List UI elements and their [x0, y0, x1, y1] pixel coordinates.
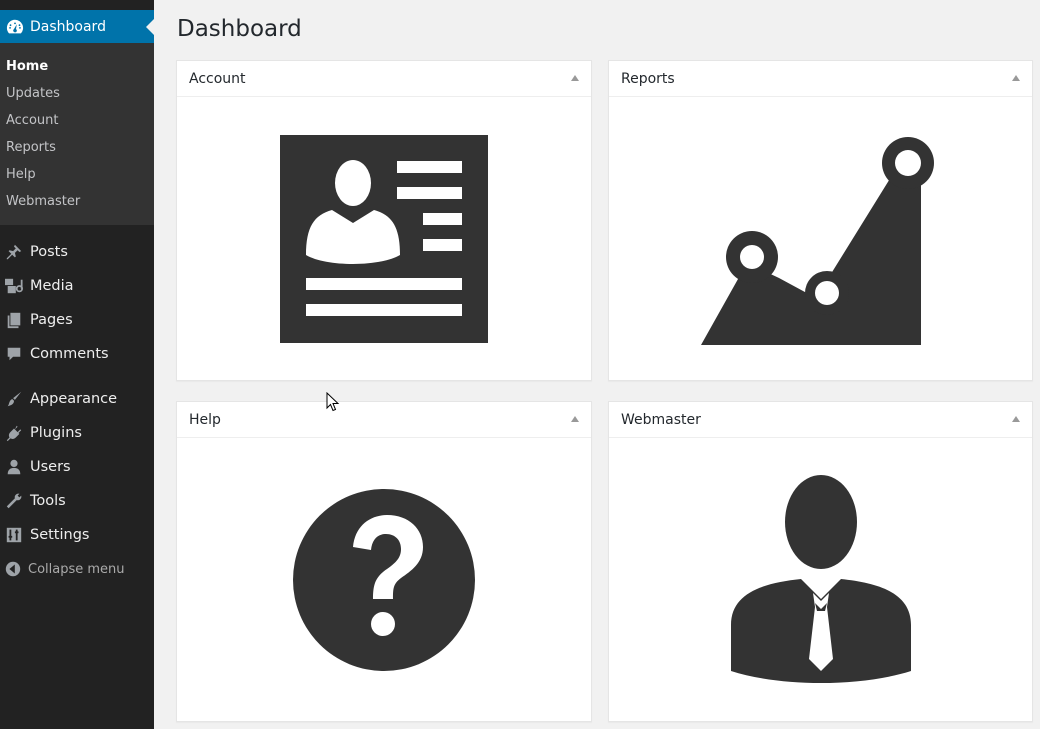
sidebar-item-comments[interactable]: Comments — [0, 337, 154, 371]
collapse-menu-label: Collapse menu — [28, 561, 125, 577]
reports-panel-header[interactable]: Reports — [609, 61, 1032, 97]
paintbrush-icon — [4, 389, 24, 409]
account-panel-header[interactable]: Account — [177, 61, 591, 97]
collapse-arrow-icon[interactable] — [1012, 416, 1020, 422]
help-panel-header[interactable]: Help — [177, 402, 591, 438]
id-card-icon[interactable] — [280, 135, 488, 343]
sidebar-top-strip — [0, 0, 154, 10]
reports-panel-body — [609, 98, 1032, 380]
media-icon — [4, 276, 24, 296]
sidebar-item-appearance-label: Appearance — [30, 391, 118, 407]
sidebar-item-comments-label: Comments — [30, 346, 109, 362]
sidebar-item-dashboard-label: Dashboard — [30, 18, 106, 35]
submenu-item-account[interactable]: Account — [0, 107, 154, 134]
sidebar-item-users[interactable]: Users — [0, 450, 154, 484]
submenu-item-updates[interactable]: Updates — [0, 80, 154, 107]
collapse-menu-button[interactable]: Collapse menu — [0, 552, 154, 586]
collapse-arrow-icon[interactable] — [1012, 75, 1020, 81]
account-panel-body — [177, 98, 591, 380]
reports-panel-title: Reports — [621, 70, 675, 87]
help-panel-body — [177, 439, 591, 721]
page-title: Dashboard — [177, 16, 302, 42]
collapse-arrow-icon — [4, 560, 22, 578]
sidebar-item-posts-label: Posts — [30, 244, 68, 260]
sidebar-item-users-label: Users — [30, 459, 71, 475]
pushpin-icon — [4, 242, 24, 262]
account-panel-title: Account — [189, 70, 246, 87]
dashboard-submenu: Home Updates Account Reports Help Webmas… — [0, 43, 154, 225]
sidebar-item-pages-label: Pages — [30, 312, 73, 328]
sidebar-item-media[interactable]: Media — [0, 269, 154, 303]
menu-separator — [0, 371, 154, 382]
current-menu-arrow — [146, 19, 154, 35]
collapse-arrow-icon[interactable] — [571, 75, 579, 81]
mouse-cursor-icon — [326, 392, 340, 412]
webmaster-panel-body — [609, 439, 1032, 721]
sidebar-item-posts[interactable]: Posts — [0, 235, 154, 269]
sidebar-item-pages[interactable]: Pages — [0, 303, 154, 337]
admin-sidebar: Dashboard Home Updates Account Reports H… — [0, 0, 154, 729]
sidebar-item-media-label: Media — [30, 278, 74, 294]
sidebar-item-settings[interactable]: Settings — [0, 518, 154, 552]
webmaster-panel-title: Webmaster — [621, 411, 701, 428]
dashboard-gauge-icon — [6, 18, 24, 36]
businessman-icon[interactable] — [729, 475, 913, 685]
webmaster-panel: Webmaster — [608, 401, 1033, 722]
submenu-item-webmaster[interactable]: Webmaster — [0, 188, 154, 215]
sidebar-item-dashboard[interactable]: Dashboard — [0, 10, 154, 43]
pages-icon — [4, 310, 24, 330]
sidebar-item-plugins[interactable]: Plugins — [0, 416, 154, 450]
question-circle-icon[interactable] — [293, 489, 475, 671]
sidebar-item-settings-label: Settings — [30, 527, 90, 543]
wrench-icon — [4, 491, 24, 511]
comment-icon — [4, 344, 24, 364]
reports-panel: Reports — [608, 60, 1033, 381]
submenu-item-reports[interactable]: Reports — [0, 134, 154, 161]
submenu-item-home[interactable]: Home — [0, 53, 154, 80]
main-menu: Posts Media Pages Comments Appearance Pl… — [0, 225, 154, 586]
sidebar-item-tools[interactable]: Tools — [0, 484, 154, 518]
plug-icon — [4, 423, 24, 443]
sidebar-item-appearance[interactable]: Appearance — [0, 382, 154, 416]
user-icon — [4, 457, 24, 477]
help-panel-title: Help — [189, 411, 221, 428]
collapse-arrow-icon[interactable] — [571, 416, 579, 422]
settings-icon — [4, 525, 24, 545]
help-panel: Help — [176, 401, 592, 722]
sidebar-item-plugins-label: Plugins — [30, 425, 82, 441]
webmaster-panel-header[interactable]: Webmaster — [609, 402, 1032, 438]
line-chart-icon[interactable] — [700, 133, 941, 345]
account-panel: Account — [176, 60, 592, 381]
sidebar-item-tools-label: Tools — [30, 493, 66, 509]
submenu-item-help[interactable]: Help — [0, 161, 154, 188]
